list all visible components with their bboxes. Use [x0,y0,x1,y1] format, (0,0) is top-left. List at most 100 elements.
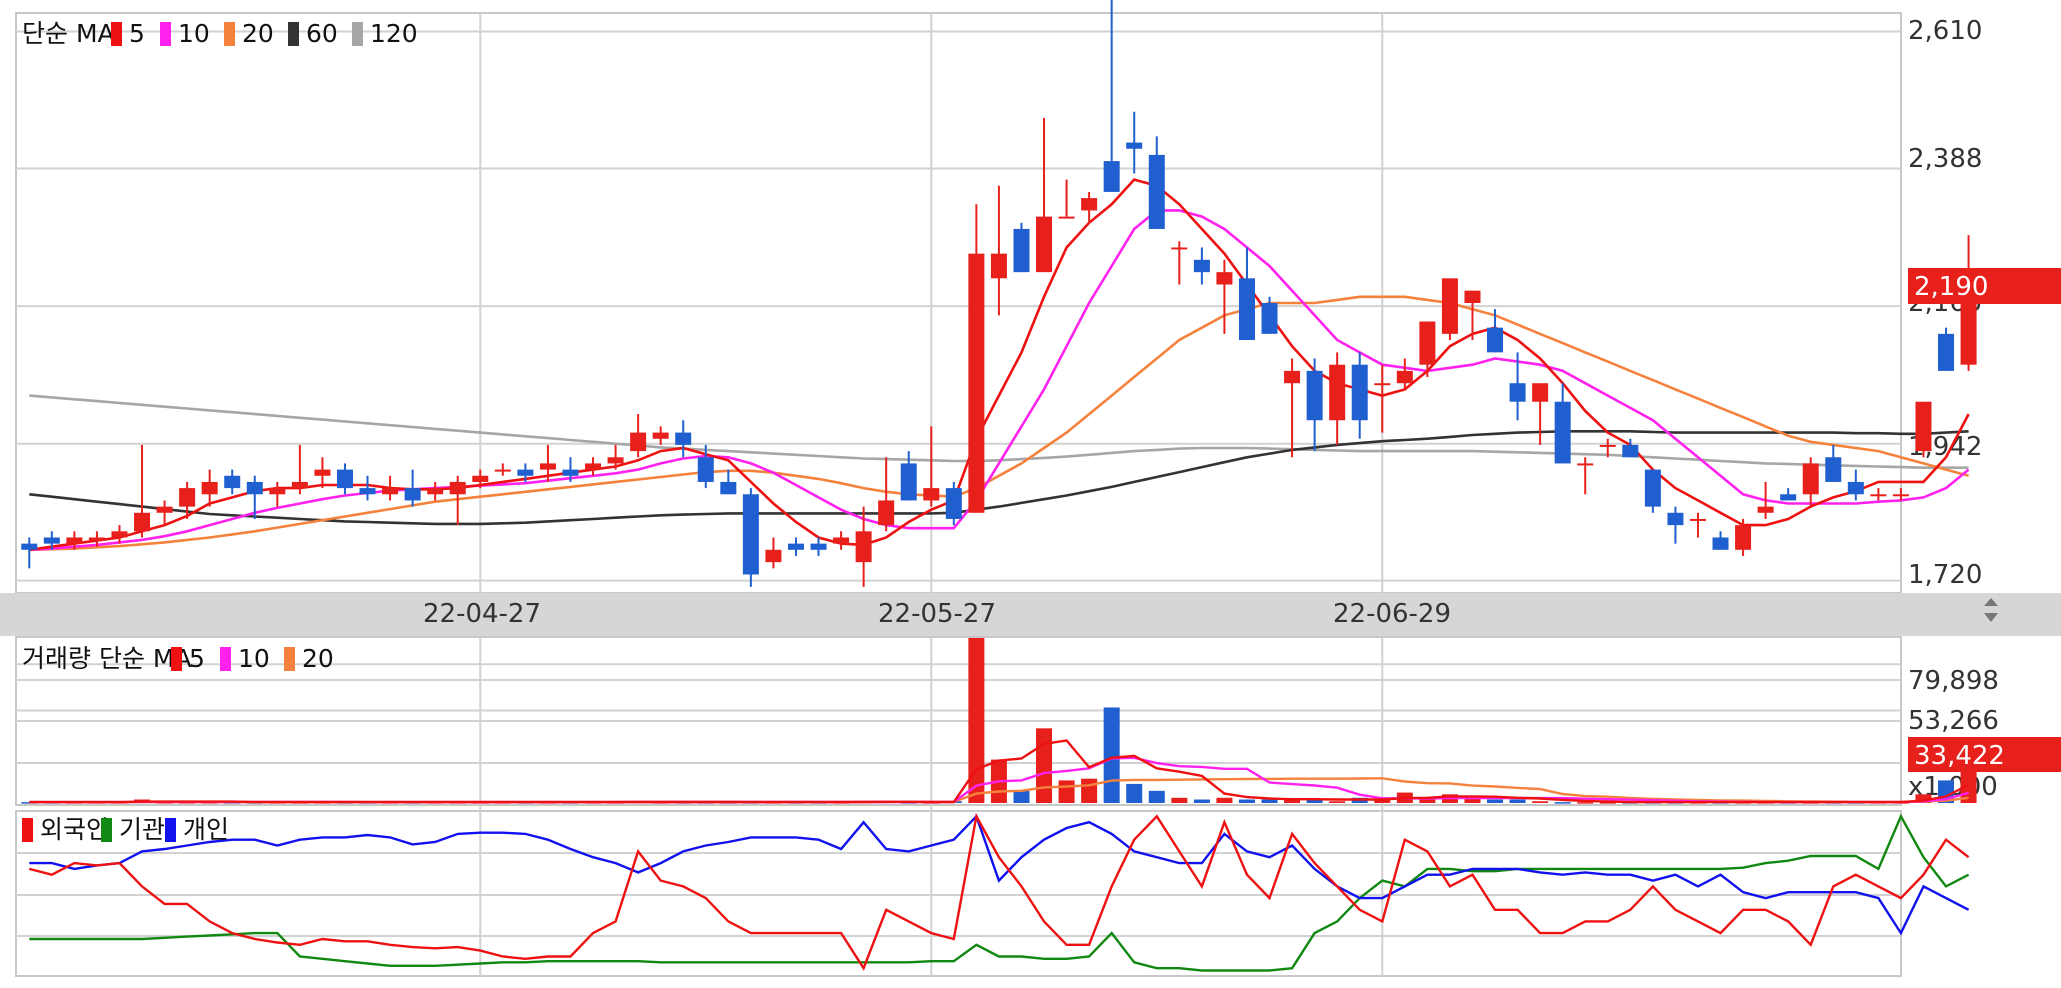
candle [742,488,759,587]
volume-bar [1126,783,1143,803]
volume-bar [1487,799,1504,803]
candle-body [1081,198,1098,211]
candle [382,475,399,501]
candle-body [21,543,38,550]
candle [720,469,737,495]
candle-body [697,457,714,482]
investor-legend: 외국인 기관 개인 [22,815,229,844]
stock-chart[interactable]: 22-04-27 22-05-27 22-06-29 2,610 2,388 2… [0,0,2061,988]
candle [1847,469,1864,501]
candle-body [1870,494,1887,497]
candle-body [269,488,286,495]
candle [314,457,331,489]
candle-body [201,481,218,495]
date-axis-bar[interactable] [0,593,2061,636]
candle [675,420,692,458]
candle-body [246,481,263,495]
candle-body [156,506,173,513]
last-volume-value: 33,422 [1914,741,2005,771]
candle [1329,352,1346,445]
candle [990,185,1007,316]
candle-body [224,475,241,489]
candle-body [810,543,827,550]
candle [1487,309,1504,353]
candle [787,537,804,556]
volume-bar [1148,790,1165,803]
candle [1644,469,1661,513]
legend-label-ma60: 60 [306,19,338,48]
candle [1306,358,1323,452]
candle [1058,179,1075,219]
volume-bar [1238,799,1255,803]
date-label: 22-05-27 [878,599,996,629]
candle-body [900,463,917,501]
candles [21,0,1977,587]
candle [1351,352,1368,439]
candle [494,463,511,476]
candle [1013,222,1030,273]
candle-body [990,253,1007,279]
candle-body [539,463,556,470]
candle-body [1058,216,1075,219]
candle-body [1171,247,1188,250]
candle-body [1148,154,1165,229]
legend-swatch-ma10 [220,647,231,671]
candle-body [1013,228,1030,273]
candle-body [585,463,602,470]
legend-swatch-institution [101,818,112,842]
volume-tick: 53,266 [1908,706,1999,736]
ma-line-ma20 [29,295,1969,552]
legend-swatch-individual [165,818,176,842]
price-tick: 2,388 [1908,144,1982,174]
candle [269,481,286,507]
investor-line-institution [29,813,1970,972]
candle-body [88,537,105,541]
legend-swatch-ma5 [171,647,182,671]
last-price-tag: 2,190 [1908,268,2061,304]
candle-body [134,512,151,532]
candle [1689,512,1706,538]
candle [652,426,669,445]
candle [21,537,38,569]
legend-title: 단순 MA [22,19,115,48]
candle-body [652,432,669,439]
candle-body [855,531,872,563]
last-volume-tag: 33,422 [1908,737,2061,772]
volume-bar [1261,799,1278,803]
candle [1915,401,1932,458]
candle [336,463,353,495]
candle-body [1284,370,1301,384]
candle-body [1622,444,1639,458]
candle-body [765,549,782,563]
volume-bar [1058,780,1075,803]
price-legend: 단순 MA 5 10 20 60 120 [22,19,418,48]
candle-body [1103,161,1120,192]
candle [1374,364,1391,433]
candle-body [1689,518,1706,521]
candle-body [878,500,895,526]
candle-body [720,481,737,495]
candle-body [1599,444,1616,447]
candle-body [1938,333,1955,371]
candle [1036,117,1053,273]
legend-label-ma10: 10 [178,19,210,48]
candle-body [1577,463,1594,466]
candle-body [1193,259,1210,273]
candle-body [945,488,962,519]
candle-body [1532,383,1549,402]
legend-swatch-ma10 [160,22,171,46]
candle [1825,444,1842,482]
candle [923,426,940,507]
candle [1577,457,1594,495]
candle-body [1847,481,1864,495]
legend-swatch-foreign [22,818,33,842]
candle-body [1216,272,1233,285]
candle [134,444,151,538]
legend-swatch-ma5 [111,22,122,46]
candle-body [472,475,489,482]
date-label: 22-04-27 [423,599,541,629]
legend-label-foreign: 외국인 [40,815,109,844]
legend-swatch-ma120 [352,22,363,46]
candle [765,537,782,569]
candle [1126,111,1143,174]
